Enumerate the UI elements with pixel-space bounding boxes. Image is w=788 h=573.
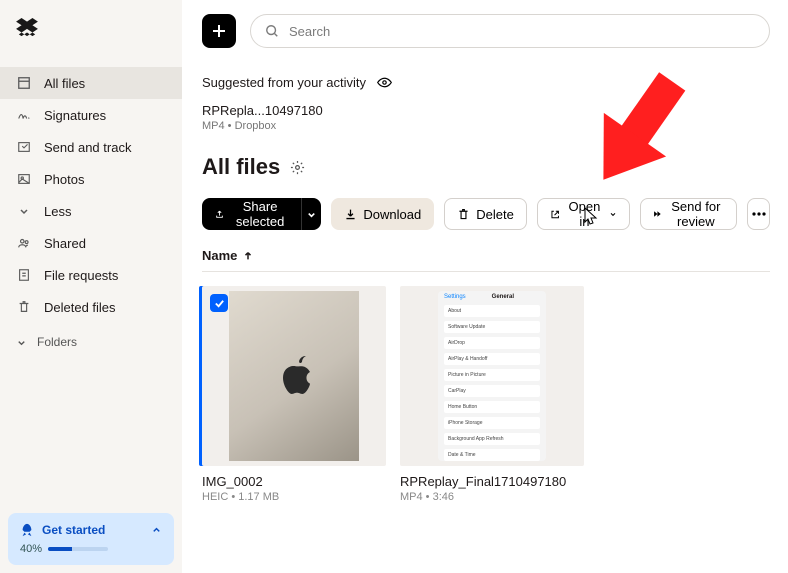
sort-asc-icon [243,251,253,261]
add-button[interactable] [202,14,236,48]
rocket-icon [20,523,34,537]
sidebar-item-label: Less [44,204,71,219]
trash-icon [457,208,470,221]
share-icon [215,208,224,221]
gear-icon[interactable] [290,160,305,175]
share-dropdown-button[interactable] [301,198,321,230]
open-icon [550,208,560,221]
selection-checkbox[interactable] [210,294,228,312]
get-started-card[interactable]: Get started 40% [8,513,174,565]
trash-icon [16,299,32,315]
file-thumbnail[interactable]: SettingsGeneral About Software Update Ai… [400,286,584,466]
delete-button[interactable]: Delete [444,198,527,230]
open-in-button[interactable]: Open in [537,198,630,230]
chevron-down-icon [16,203,32,219]
dropbox-logo [16,18,182,43]
chevron-down-icon [306,209,317,220]
iphone-preview: SettingsGeneral About Software Update Ai… [438,291,546,461]
download-label: Download [363,207,421,222]
chevron-up-icon [151,525,162,536]
file-meta: MP4 • 3:46 [400,491,584,503]
sidebar-item-label: Deleted files [44,300,116,315]
signature-icon [16,107,32,123]
open-in-label: Open in [566,199,602,229]
people-icon [16,235,32,251]
share-label: Share selected [230,199,290,229]
download-icon [344,208,357,221]
sidebar-item-deleted[interactable]: Deleted files [0,291,182,323]
send-for-review-button[interactable]: Send for review [640,198,738,230]
sidebar-item-signatures[interactable]: Signatures [0,99,182,131]
sidebar-item-less[interactable]: Less [0,195,182,227]
share-selected-button[interactable]: Share selected [202,198,301,230]
action-toolbar: Share selected Download Delete Open in S… [202,198,770,230]
divider [202,271,770,272]
progress-bar [48,547,108,551]
suggestion-meta: MP4 • Dropbox [202,120,770,132]
column-header-name[interactable]: Name [202,248,770,263]
folders-label: Folders [37,335,77,349]
sidebar-item-label: All files [44,76,85,91]
chevron-down-icon [609,209,617,219]
chevron-down-icon [16,337,27,348]
suggested-label: Suggested from your activity [202,75,366,90]
file-tile[interactable]: SettingsGeneral About Software Update Ai… [400,286,584,503]
plus-icon [211,23,227,39]
delete-label: Delete [476,207,514,222]
search-icon [265,24,279,38]
sidebar-item-send-track[interactable]: Send and track [0,131,182,163]
sidebar-nav: All files Signatures Send and track Phot… [0,67,182,323]
sidebar-item-label: Shared [44,236,86,251]
search-placeholder: Search [289,24,330,39]
main-content: Search Suggested from your activity RPRe… [182,0,788,573]
sidebar-item-label: Photos [44,172,84,187]
apple-logo-icon [274,352,314,400]
photos-icon [16,171,32,187]
sidebar-item-all-files[interactable]: All files [0,67,182,99]
file-thumbnail[interactable] [202,286,386,466]
sidebar-folders-toggle[interactable]: Folders [0,323,182,361]
files-icon [16,75,32,91]
ellipsis-icon [752,212,766,216]
get-started-label: Get started [42,523,105,537]
eye-icon[interactable] [376,74,393,91]
sidebar-item-label: Send and track [44,140,131,155]
file-name: IMG_0002 [202,474,386,489]
download-button[interactable]: Download [331,198,434,230]
page-title: All files [202,154,280,180]
request-icon [16,267,32,283]
file-grid: IMG_0002 HEIC • 1.17 MB SettingsGeneral … [202,286,770,503]
column-name-label: Name [202,248,237,263]
ipad-preview [229,291,359,461]
file-meta: HEIC • 1.17 MB [202,491,386,503]
sidebar-item-file-requests[interactable]: File requests [0,259,182,291]
send-review-label: Send for review [667,199,724,229]
sidebar-item-label: Signatures [44,108,106,123]
sidebar: All files Signatures Send and track Phot… [0,0,182,573]
sidebar-item-label: File requests [44,268,118,283]
send-icon [16,139,32,155]
more-actions-button[interactable] [747,198,770,230]
sidebar-item-photos[interactable]: Photos [0,163,182,195]
suggestion-title: RPRepla...10497180 [202,103,770,118]
suggestion-card[interactable]: RPRepla...10497180 MP4 • Dropbox [202,103,770,132]
get-started-percent: 40% [20,543,42,555]
check-icon [214,298,225,309]
file-tile[interactable]: IMG_0002 HEIC • 1.17 MB [202,286,386,503]
search-input[interactable]: Search [250,14,770,48]
sidebar-item-shared[interactable]: Shared [0,227,182,259]
file-name: RPReplay_Final1710497180 [400,474,584,489]
forward-icon [653,207,662,221]
